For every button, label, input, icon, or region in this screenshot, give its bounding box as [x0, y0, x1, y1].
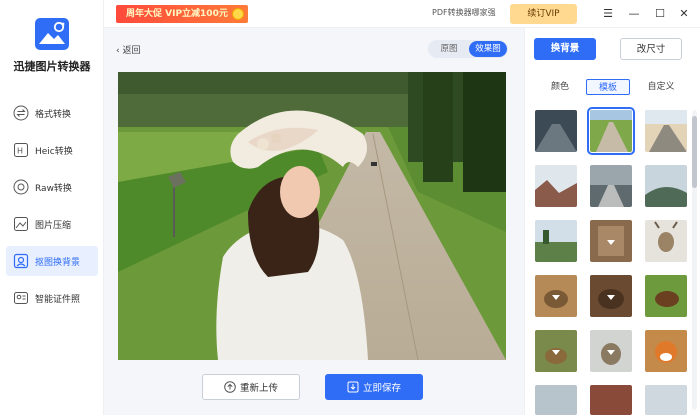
sidebar-item-compress[interactable]: 图片压缩: [6, 209, 98, 239]
sidebar-item-label: Raw转换: [35, 183, 72, 194]
minimize-icon[interactable]: —: [626, 6, 642, 22]
sidebar-item-label: 图片压缩: [35, 220, 72, 231]
template-thumb[interactable]: [645, 385, 687, 415]
view-toggle: 原图 效果图: [428, 40, 508, 58]
sidebar-item-label: 格式转换: [35, 109, 72, 120]
promo-banner[interactable]: 周年大促 VIP立减100元: [116, 5, 248, 23]
id-photo-icon: [14, 292, 28, 304]
template-thumb[interactable]: [645, 330, 687, 372]
template-thumb[interactable]: [535, 220, 577, 262]
tab-resize[interactable]: 改尺寸: [620, 38, 682, 60]
back-label: 返回: [122, 46, 141, 56]
sidebar-nav: 格式转换 H Heic转换 Raw转换 图片压缩 抠图换背景 智能证件照: [6, 98, 98, 320]
template-thumb[interactable]: [535, 110, 577, 152]
template-thumb[interactable]: [535, 275, 577, 317]
cutout-icon: [13, 253, 29, 269]
sidebar-item-heic[interactable]: H Heic转换: [6, 135, 98, 165]
renew-vip-button[interactable]: 续订VIP: [510, 4, 577, 24]
tab-original[interactable]: 原图: [430, 41, 468, 57]
sidebar-item-cutout[interactable]: 抠图换背景: [6, 246, 98, 276]
tab-color[interactable]: 颜色: [545, 79, 575, 95]
tab-result[interactable]: 效果图: [469, 41, 507, 57]
heic-icon: H: [14, 143, 28, 157]
template-thumb[interactable]: [590, 275, 632, 317]
template-thumb[interactable]: [535, 330, 577, 372]
template-thumb[interactable]: [587, 107, 635, 155]
sidebar-item-id-photo[interactable]: 智能证件照: [6, 283, 98, 313]
sidebar-item-label: Heic转换: [35, 146, 73, 157]
title-bar: 周年大促 VIP立减100元 PDF转换器哪家强 续订VIP ☰ — ☐ ✕: [104, 0, 700, 28]
template-thumb[interactable]: [645, 110, 687, 152]
app-logo-icon: [35, 18, 69, 50]
sidebar-item-format-convert[interactable]: 格式转换: [6, 98, 98, 128]
preview-image: [118, 72, 506, 360]
back-button[interactable]: ‹ 返回: [116, 43, 141, 56]
template-thumb[interactable]: [645, 220, 687, 262]
tab-custom[interactable]: 自定义: [643, 79, 679, 95]
template-thumb[interactable]: [590, 165, 632, 207]
sidebar-item-label: 智能证件照: [35, 294, 81, 305]
save-button[interactable]: 立即保存: [325, 374, 423, 400]
compress-icon: [14, 217, 28, 231]
sidebar-item-label: 抠图换背景: [35, 257, 81, 268]
template-thumb[interactable]: [590, 330, 632, 372]
template-thumb[interactable]: [645, 165, 687, 207]
upload-icon: [224, 381, 236, 393]
workspace: ‹ 返回 原图 效果图 重新上传 立即保存: [104, 28, 524, 415]
save-label: 立即保存: [362, 383, 401, 394]
pdf-converter-link[interactable]: PDF转换器哪家强: [432, 7, 496, 18]
template-thumb[interactable]: [645, 275, 687, 317]
reupload-label: 重新上传: [239, 383, 278, 394]
settings-panel: 换背景 改尺寸 颜色 模板 自定义: [524, 28, 700, 415]
template-thumb[interactable]: [535, 165, 577, 207]
menu-icon[interactable]: ☰: [600, 6, 616, 22]
sidebar: 迅捷图片转换器 格式转换 H Heic转换 Raw转换 图片压缩 抠图换背景 智…: [0, 0, 104, 415]
tab-template[interactable]: 模板: [586, 79, 630, 95]
template-thumb[interactable]: [590, 385, 632, 415]
template-thumb[interactable]: [590, 220, 632, 262]
close-icon[interactable]: ✕: [676, 6, 692, 22]
app-name: 迅捷图片转换器: [13, 60, 91, 73]
maximize-icon[interactable]: ☐: [652, 6, 668, 22]
coin-icon: [232, 8, 244, 20]
chevron-left-icon: ‹: [116, 46, 120, 56]
format-convert-icon: [13, 105, 29, 121]
raw-icon: [13, 179, 29, 195]
promo-text: 周年大促 VIP立减100元: [126, 9, 228, 19]
tab-change-background[interactable]: 换背景: [534, 38, 596, 60]
download-icon: [347, 381, 359, 393]
sidebar-item-raw[interactable]: Raw转换: [6, 172, 98, 202]
reupload-button[interactable]: 重新上传: [202, 374, 300, 400]
template-thumb[interactable]: [535, 385, 577, 415]
result-photo: [118, 72, 506, 360]
scrollbar-thumb[interactable]: [692, 116, 697, 188]
svg-text:H: H: [17, 147, 23, 156]
